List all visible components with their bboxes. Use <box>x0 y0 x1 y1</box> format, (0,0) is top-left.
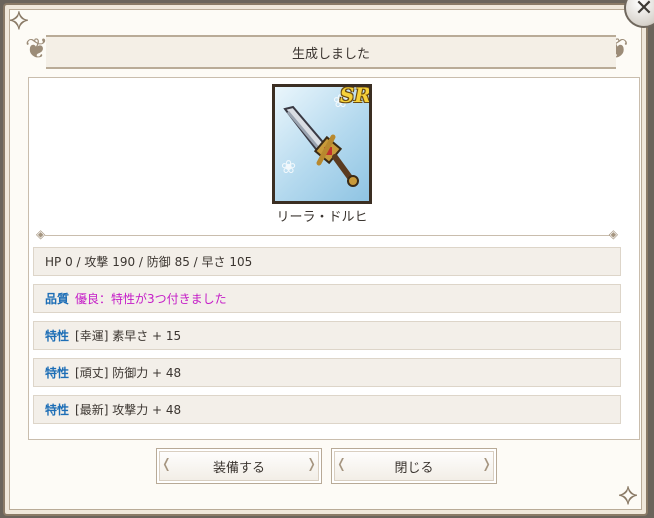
divider <box>45 235 610 236</box>
corner-ornament-icon: ⟡ <box>618 477 638 512</box>
title-scroll-ornament-icon: ❦ <box>25 32 49 65</box>
button-ornament-icon: ❬ <box>336 457 347 472</box>
button-ornament-icon: ❭ <box>481 457 492 472</box>
quality-label: 品質 <box>45 292 70 306</box>
equip-button[interactable]: ❬ 装備する ❭ <box>156 448 322 484</box>
trait-text: [頑丈] 防御力 + 48 <box>75 366 182 380</box>
item-card: ❀ ❀ SR <box>272 84 372 204</box>
trait-label: 特性 <box>45 329 70 343</box>
stats-text: HP 0 / 攻撃 190 / 防御 85 / 早さ 105 <box>45 255 253 269</box>
quality-text: 優良：特性が3つ付きました <box>75 292 227 306</box>
dialog-title: 生成しました <box>46 35 616 69</box>
trait-row: 特性 [最新] 攻撃力 + 48 <box>33 395 621 424</box>
close-button-label: 閉じる <box>394 460 434 476</box>
item-name: リーラ・ドルヒ <box>276 210 368 225</box>
trait-label: 特性 <box>45 403 70 417</box>
quality-row: 品質 優良：特性が3つ付きました <box>33 284 621 313</box>
trait-row: 特性 [頑丈] 防御力 + 48 <box>33 358 621 387</box>
trait-label: 特性 <box>45 366 70 380</box>
trait-text: [幸運] 素早さ + 15 <box>75 329 182 343</box>
trait-row: 特性 [幸運] 素早さ + 15 <box>33 321 621 350</box>
divider-ornament-icon: ◈ <box>608 227 618 241</box>
button-ornament-icon: ❬ <box>161 457 172 472</box>
close-button[interactable]: ❬ 閉じる ❭ <box>331 448 497 484</box>
equip-button-label: 装備する <box>212 460 265 476</box>
divider-ornament-icon: ◈ <box>36 227 46 241</box>
trait-text: [最新] 攻撃力 + 48 <box>75 403 182 417</box>
stats-row: HP 0 / 攻撃 190 / 防御 85 / 早さ 105 <box>33 247 621 276</box>
rarity-badge: SR <box>339 84 371 107</box>
button-ornament-icon: ❭ <box>306 457 317 472</box>
